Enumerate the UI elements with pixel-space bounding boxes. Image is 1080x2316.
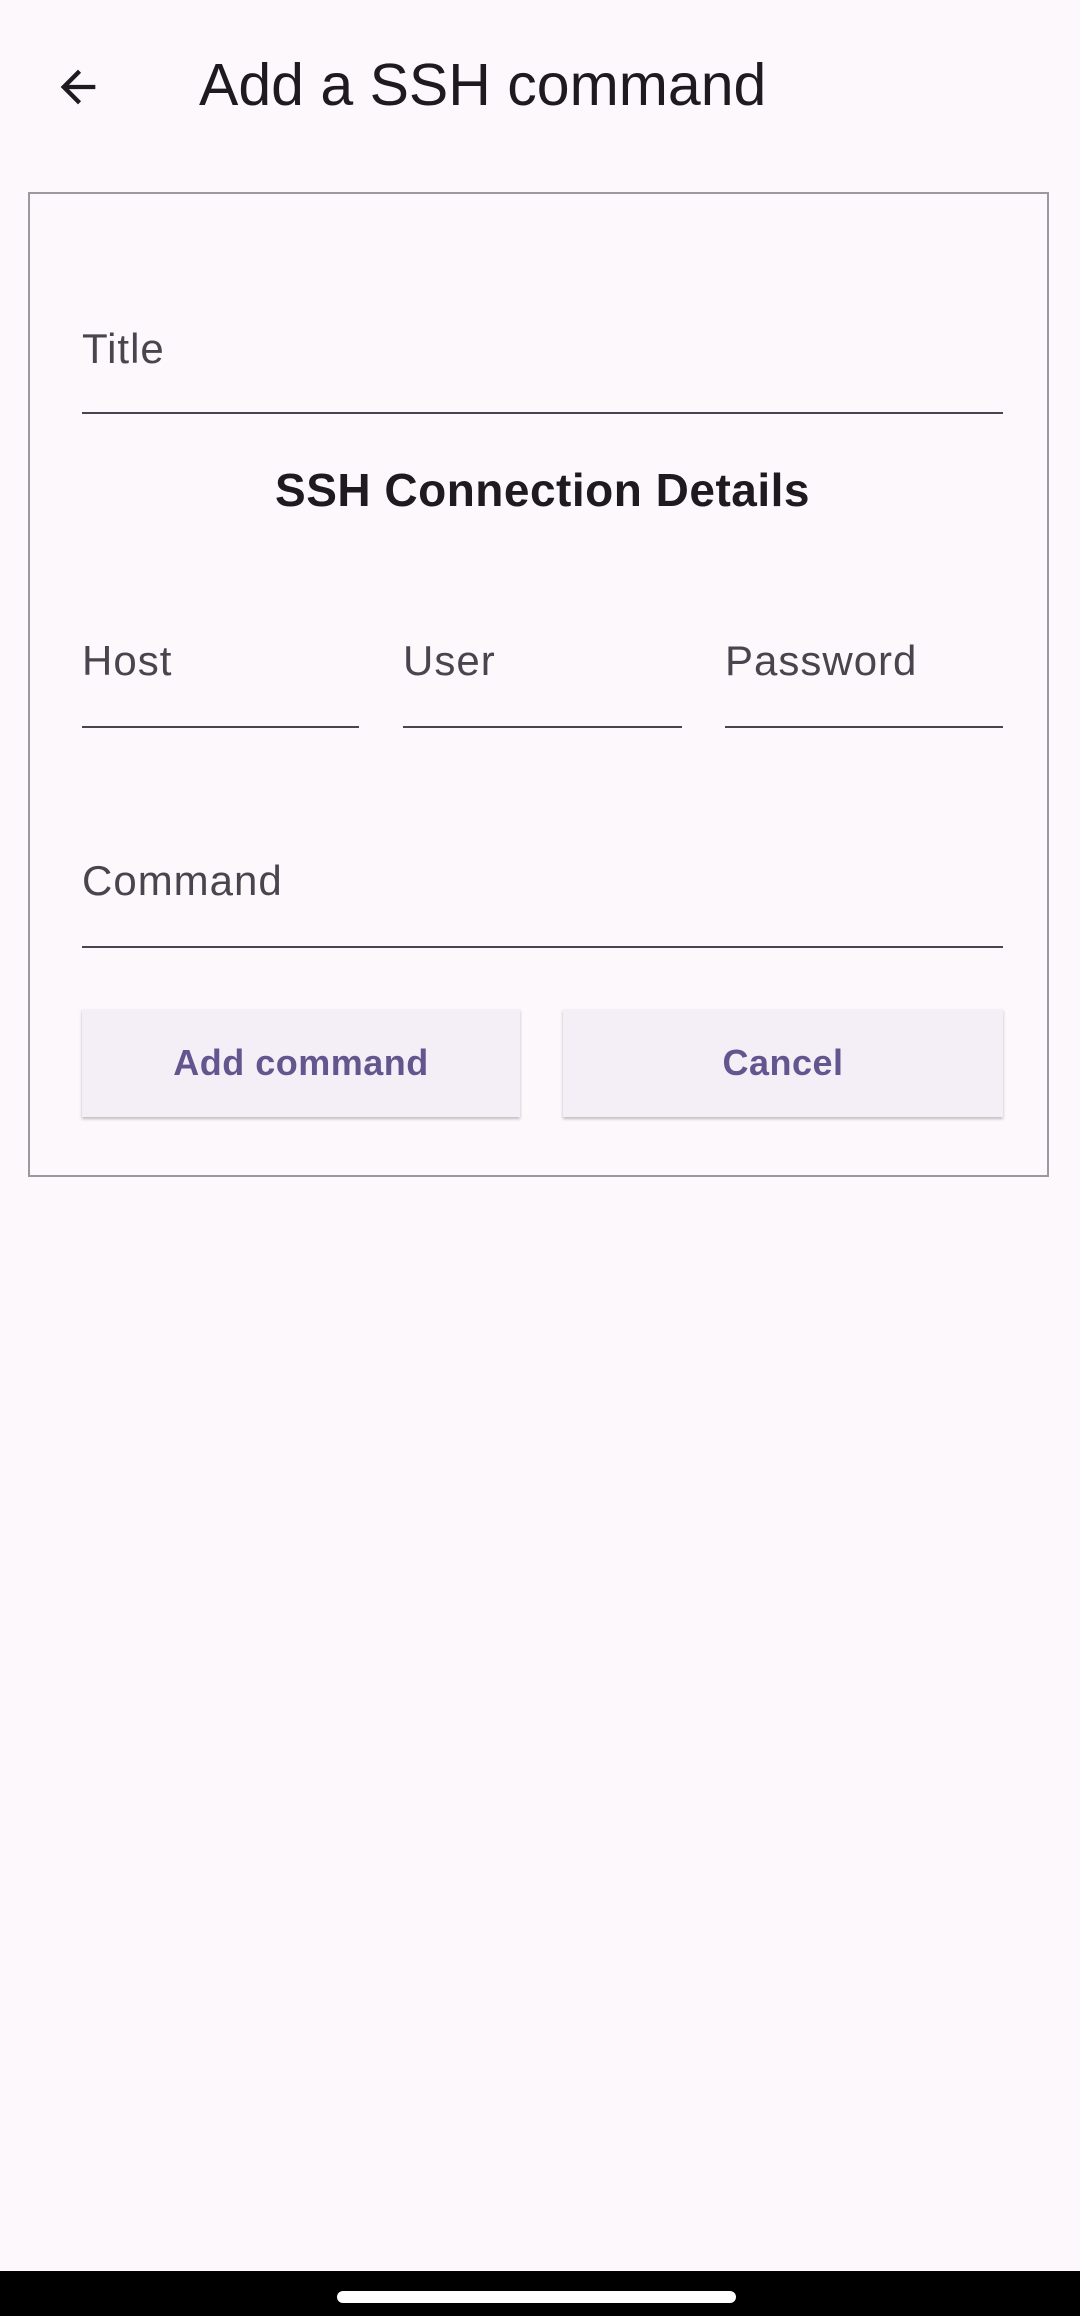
system-navigation-bar [0, 2271, 1080, 2316]
command-field-container [82, 834, 1003, 948]
title-field-container [82, 304, 1003, 414]
title-input[interactable] [82, 304, 1003, 414]
cancel-button[interactable]: Cancel [563, 1009, 1003, 1117]
password-input[interactable] [725, 614, 1003, 728]
user-input[interactable] [403, 614, 682, 728]
ssh-command-form-card: SSH Connection Details Add command Cance… [28, 192, 1049, 1177]
home-gesture-handle[interactable] [337, 2291, 736, 2303]
command-input[interactable] [82, 834, 1003, 948]
host-field-container [82, 614, 359, 728]
ssh-connection-details-heading: SSH Connection Details [275, 464, 810, 516]
page-title: Add a SSH command [199, 52, 767, 118]
host-input[interactable] [82, 614, 359, 728]
add-command-button[interactable]: Add command [82, 1009, 520, 1117]
user-field-container [403, 614, 682, 728]
back-button[interactable] [40, 44, 116, 130]
password-field-container [725, 614, 1003, 728]
arrow-back-icon [60, 69, 96, 105]
app-bar: Add a SSH command [0, 0, 1080, 170]
